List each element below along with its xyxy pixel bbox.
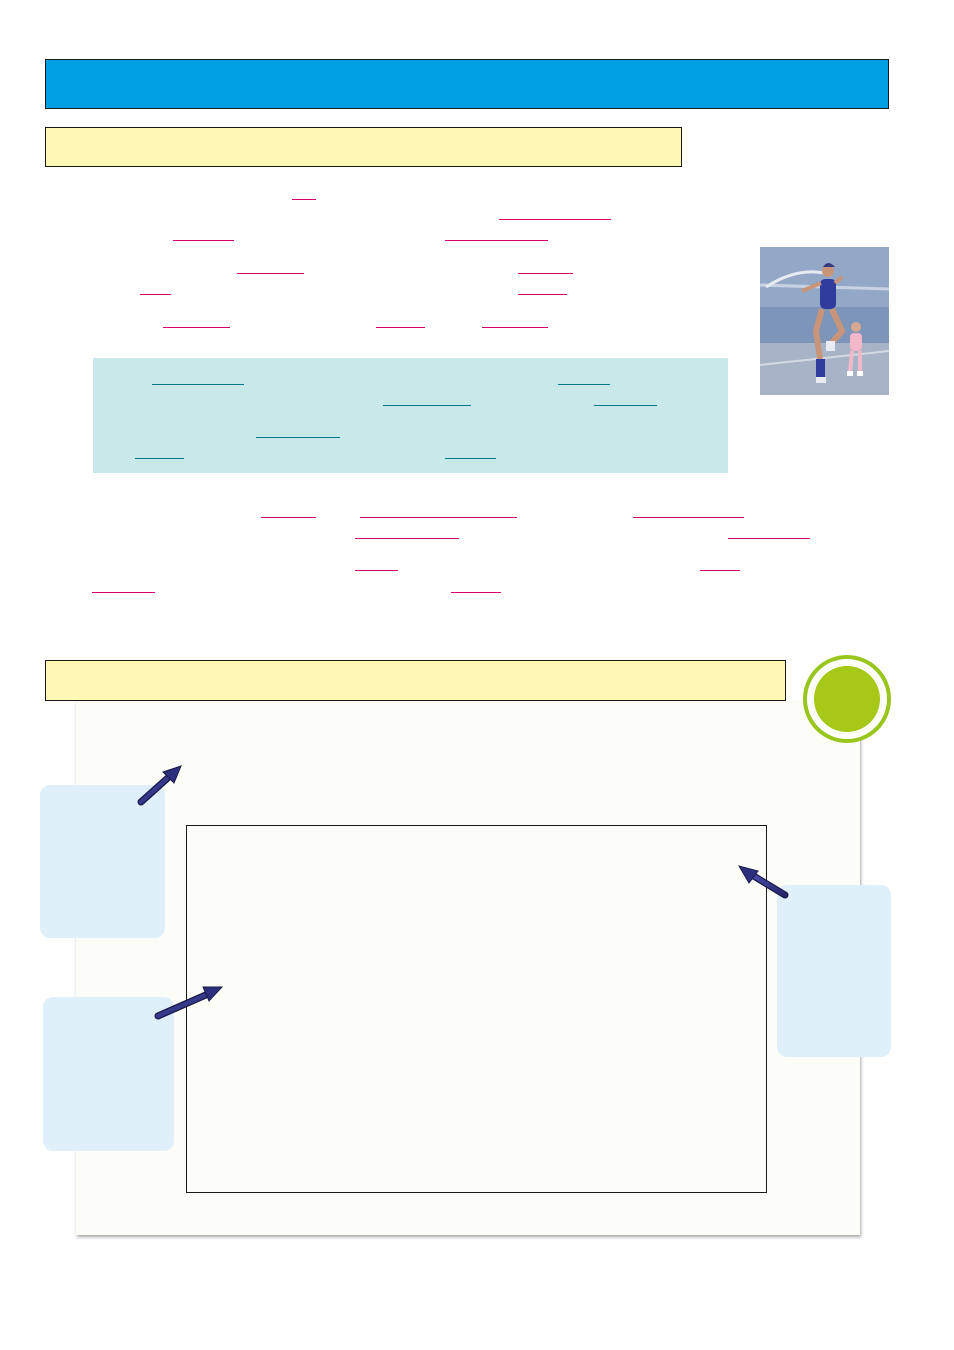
arrow-icon-bottom-left [154, 986, 224, 1020]
arrow-icon-top-left [137, 765, 182, 806]
arrow-icon-right [737, 865, 789, 899]
arrow-layer [137, 765, 789, 1020]
